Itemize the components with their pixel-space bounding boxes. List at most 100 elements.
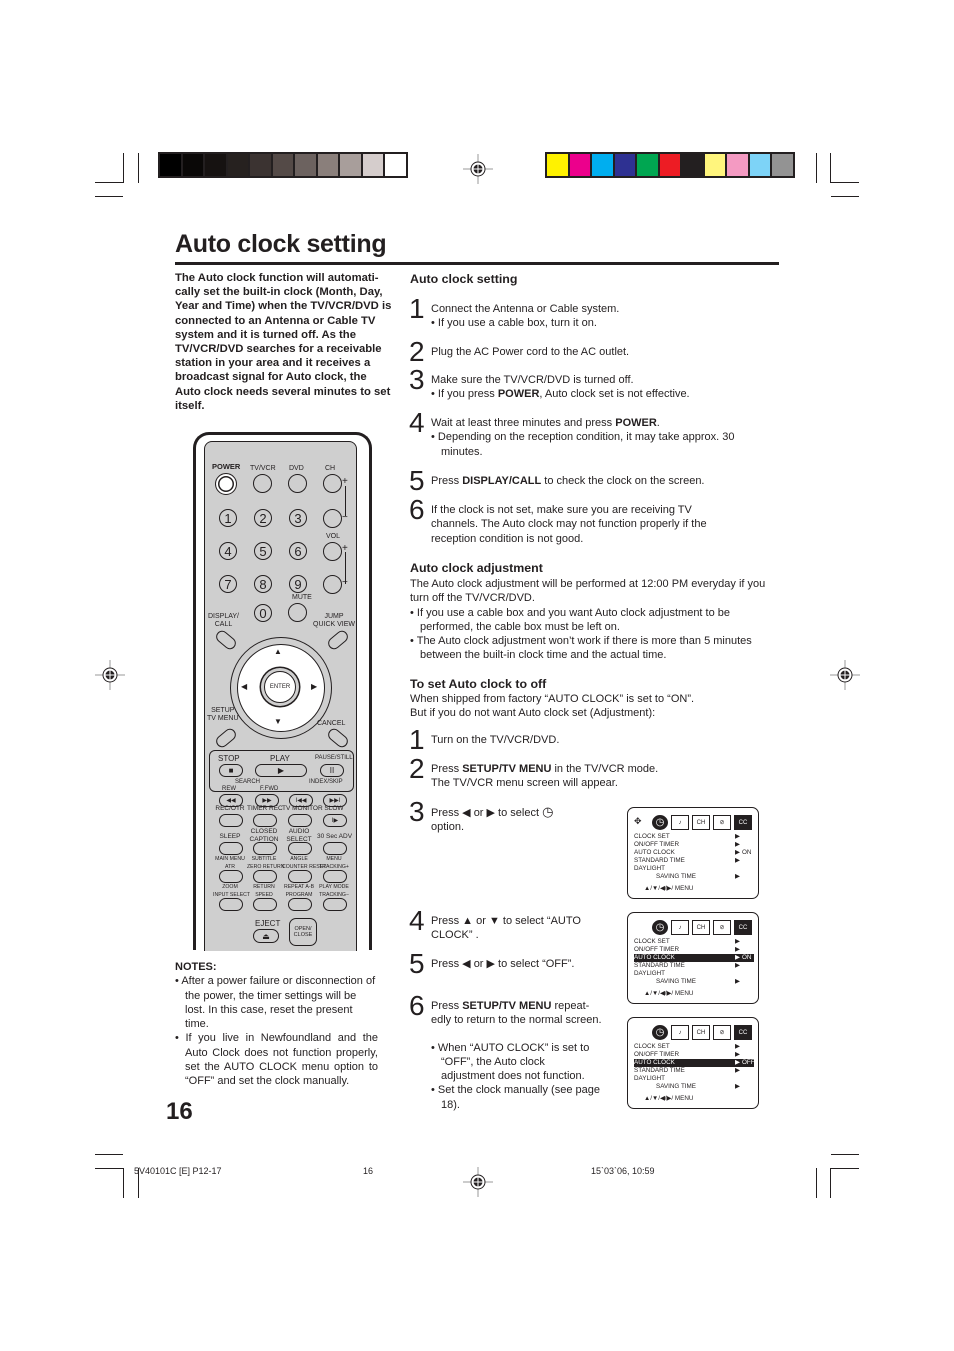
left-arrow-button[interactable]: ◀ xyxy=(241,682,247,691)
bullet-text: When “AUTO CLOCK” is set to “OFF”, the A… xyxy=(437,1041,590,1083)
step-number: 4 xyxy=(409,407,425,438)
enter-button[interactable]: ENTER xyxy=(264,671,296,703)
remote-button[interactable] xyxy=(253,814,277,827)
clock-icon: ◷ xyxy=(542,804,554,819)
display-call-button[interactable] xyxy=(213,628,239,652)
setup-tv-menu-button[interactable] xyxy=(213,726,239,750)
menu-row-label: CLOCK SET xyxy=(634,938,670,945)
ch-down-button[interactable] xyxy=(323,509,342,528)
stop-button[interactable]: ■ xyxy=(219,764,243,777)
display-call-label: DISPLAY/ CALL xyxy=(208,613,239,628)
index-skip-label: INDEX/SKIP xyxy=(309,779,343,785)
digit-2-button[interactable]: 2 xyxy=(254,509,272,527)
section-heading-set-auto-clock-off: To set Auto clock to off xyxy=(410,677,547,691)
color-swatch xyxy=(704,154,725,176)
menu-row-label: DAYLIGHT xyxy=(634,970,666,977)
step-6: 6 If the clock is not set, make sure you… xyxy=(409,496,741,546)
right-arrow-button[interactable]: ▶ xyxy=(311,682,317,691)
digit-3-button[interactable]: 3 xyxy=(289,509,307,527)
remote-button-label: MAIN MENU ATR xyxy=(215,856,245,870)
power-button[interactable] xyxy=(215,473,237,495)
remote-button[interactable] xyxy=(253,842,277,855)
remote-button[interactable] xyxy=(219,870,243,883)
digit-0-button[interactable]: 0 xyxy=(254,604,272,622)
menu-row: AUTO CLOCK ▶ OFF xyxy=(634,1059,755,1067)
color-swatch xyxy=(569,154,590,176)
set-off-intro: When shipped from factory “AUTO CLOCK” i… xyxy=(410,692,694,721)
remote-button[interactable] xyxy=(253,898,277,911)
registration-mark-icon xyxy=(463,154,493,184)
remote-button[interactable]: I▶ xyxy=(323,814,347,827)
menu-icon-tabs: ◷ ♪ CH ⊘ CC xyxy=(652,1025,755,1040)
vol-up-button[interactable] xyxy=(323,542,342,561)
dvd-button[interactable] xyxy=(288,474,307,493)
slow-icon: I▶ xyxy=(331,818,339,824)
remote-button[interactable] xyxy=(323,842,347,855)
down-arrow-button[interactable]: ▼ xyxy=(274,717,282,726)
digit-8-button[interactable]: 8 xyxy=(254,575,272,593)
text: in the TV/VCR mode. xyxy=(551,763,659,775)
vol-down-button[interactable] xyxy=(323,575,342,594)
menu-row: STANDARD TIME ▶ xyxy=(634,1067,754,1075)
play-button[interactable]: ▶ xyxy=(255,764,307,777)
digit-4-button[interactable]: 4 xyxy=(219,542,237,560)
remote-button[interactable] xyxy=(253,870,277,883)
digit-6-button[interactable]: 6 xyxy=(289,542,307,560)
text-bold: SETUP/TV MENU xyxy=(462,1000,552,1012)
bullet-text: If you use a cable box, turn it on. xyxy=(437,317,597,330)
digit-5-button[interactable]: 5 xyxy=(254,542,272,560)
menu-row-label: CLOCK SET xyxy=(634,833,670,840)
text: Press xyxy=(431,475,463,487)
remote-button-label: CLOSED CAPTION xyxy=(249,828,279,843)
cancel-label: CANCEL xyxy=(317,720,346,727)
channel-icon: CH xyxy=(692,815,710,830)
digit-label: 3 xyxy=(294,510,302,526)
off-step-3: 3 Press ◀ or ▶ to select ◷ option. xyxy=(409,798,554,835)
cancel-button[interactable] xyxy=(325,726,351,750)
bullet-bold: POWER xyxy=(497,388,540,401)
digit-7-button[interactable]: 7 xyxy=(219,575,237,593)
remote-button[interactable] xyxy=(323,870,347,883)
menu-row-label: STANDARD TIME xyxy=(634,1067,685,1074)
right-arrow-icon: ▶ xyxy=(735,1083,740,1090)
note-item: • After a power failure or disconnection… xyxy=(175,975,376,1031)
bullet: • Set the clock manually (see page 18). xyxy=(431,1084,600,1111)
jump-button[interactable] xyxy=(325,628,351,652)
remote-button[interactable] xyxy=(219,842,243,855)
remote-button-label: TIMER REC xyxy=(247,805,283,812)
pause-button[interactable]: II xyxy=(320,764,344,777)
digit-label: 6 xyxy=(294,543,302,559)
color-swatch xyxy=(295,154,316,176)
remote-button[interactable] xyxy=(288,842,312,855)
color-swatch xyxy=(659,154,680,176)
open-close-button[interactable]: OPEN/ CLOSE xyxy=(289,918,317,946)
menu-row-label: CLOCK SET xyxy=(634,1043,670,1050)
color-swatch xyxy=(182,154,203,176)
step-text: Plug the AC Power cord to the AC outlet. xyxy=(431,346,630,358)
skip-back-icon: I◀◀ xyxy=(295,798,307,804)
ch-up-button[interactable] xyxy=(323,474,342,493)
mute-button[interactable] xyxy=(288,603,307,622)
setup-label: SETUP TV MENU xyxy=(207,707,239,722)
menu-row: DAYLIGHT xyxy=(634,865,754,873)
text-bold: SETUP/TV MENU xyxy=(462,763,552,775)
color-swatch xyxy=(614,154,635,176)
menu-footer: ▲/▼/◀/▶/ MENU xyxy=(644,885,694,892)
tvvcr-button[interactable] xyxy=(253,474,272,493)
caption-icon: CC xyxy=(734,1025,752,1040)
remote-button[interactable] xyxy=(288,870,312,883)
remote-button[interactable] xyxy=(323,898,347,911)
digit-9-button[interactable]: 9 xyxy=(289,575,307,593)
eject-button[interactable]: ⏏ xyxy=(253,929,279,943)
digit-1-button[interactable]: 1 xyxy=(219,509,237,527)
fast-forward-icon: ▶▶ xyxy=(262,798,272,804)
remote-button[interactable] xyxy=(288,898,312,911)
ch-bracket xyxy=(345,486,346,516)
remote-button[interactable] xyxy=(288,814,312,827)
color-swatch xyxy=(205,154,226,176)
up-arrow-button[interactable]: ▲ xyxy=(274,647,282,656)
stop-icon: ■ xyxy=(228,766,234,775)
remote-button[interactable] xyxy=(219,814,243,827)
remote-button[interactable] xyxy=(219,898,243,911)
right-arrow-icon: ▶ xyxy=(735,946,740,953)
